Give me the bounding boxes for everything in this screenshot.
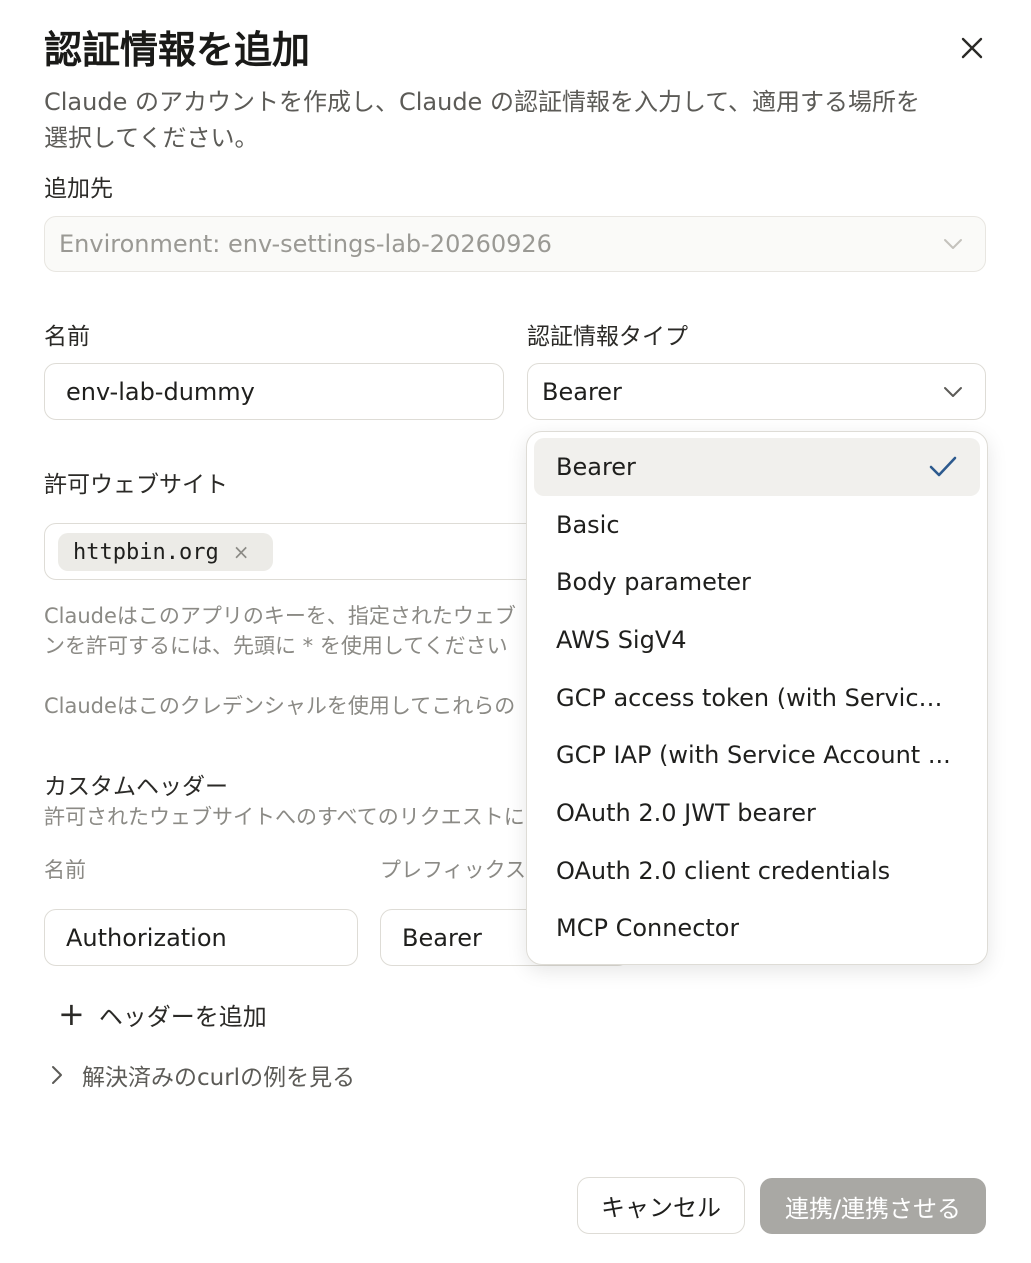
add-header-button[interactable]: + ヘッダーを追加: [58, 994, 267, 1034]
submit-button[interactable]: 連携/連携させる: [760, 1178, 986, 1234]
custom-headers-label: カスタムヘッダー: [44, 774, 228, 800]
close-button[interactable]: [952, 28, 992, 68]
destination-value: Environment: env-settings-lab-20260926: [59, 230, 552, 258]
chevron-down-icon: [944, 239, 962, 249]
allowed-sites-help-1: Claudeはこのアプリのキーを、指定されたウェブ: [44, 604, 516, 628]
option-label: AWS SigV4: [556, 625, 687, 654]
option-label: Body parameter: [556, 568, 751, 597]
header-prefix-value: Bearer: [402, 923, 482, 952]
credential-type-option[interactable]: GCP IAP (with Service Account ...: [534, 726, 980, 784]
option-label: OAuth 2.0 JWT bearer: [556, 798, 816, 827]
site-chip: httpbin.org ×: [58, 533, 273, 571]
add-header-label: ヘッダーを追加: [98, 1002, 267, 1031]
credential-type-option[interactable]: Bearer: [534, 438, 980, 496]
credential-type-dropdown: Bearer Basic Body parameter AWS SigV4 GC…: [526, 431, 988, 965]
allowed-sites-help-3: Claudeはこのクレデンシャルを使用してこれらの: [44, 694, 516, 718]
option-label: OAuth 2.0 client credentials: [556, 856, 891, 885]
allowed-sites-label: 許可ウェブサイト: [44, 472, 228, 498]
credential-type-option[interactable]: AWS SigV4: [534, 611, 980, 669]
credential-type-value: Bearer: [542, 377, 622, 406]
custom-headers-description: 許可されたウェブサイトへのすべてのリクエストに: [44, 805, 524, 829]
header-prefix-column-label: プレフィックス: [380, 858, 525, 882]
option-label: MCP Connector: [556, 914, 740, 943]
dialog-title: 認証情報を追加: [44, 28, 311, 72]
option-label: Bearer: [556, 452, 636, 481]
destination-select[interactable]: Environment: env-settings-lab-20260926: [44, 216, 986, 272]
name-label: 名前: [44, 324, 90, 350]
credential-type-option[interactable]: OAuth 2.0 client credentials: [534, 842, 980, 900]
option-label: Basic: [556, 510, 620, 539]
plus-icon: +: [58, 995, 85, 1033]
site-chip-label: httpbin.org: [73, 539, 219, 565]
name-value: env-lab-dummy: [66, 377, 255, 406]
dialog-description: Claude のアカウントを作成し、Claude の認証情報を入力して、適用する…: [44, 88, 921, 152]
credential-type-option[interactable]: MCP Connector: [534, 900, 980, 958]
add-credential-dialog: 認証情報を追加 Claude のアカウントを作成し、Claude の認証情報を入…: [0, 0, 1031, 1263]
option-label: GCP IAP (with Service Account ...: [556, 741, 951, 770]
curl-example-toggle[interactable]: 解決済みのcurlの例を見る: [44, 1058, 355, 1092]
credential-type-label: 認証情報タイプ: [527, 324, 688, 350]
credential-type-option[interactable]: Body parameter: [534, 553, 980, 611]
credential-type-select[interactable]: Bearer: [527, 363, 986, 420]
close-icon: [961, 37, 983, 59]
option-label: GCP access token (with Service...: [556, 683, 952, 712]
chevron-right-icon: [52, 1066, 62, 1084]
allowed-sites-help-2: ンを許可するには、先頭に * を使用してください: [44, 634, 508, 658]
check-icon: [929, 456, 957, 477]
header-name-column-label: 名前: [44, 858, 86, 882]
credential-type-option[interactable]: OAuth 2.0 JWT bearer: [534, 784, 980, 842]
chevron-down-icon: [944, 386, 962, 397]
header-name-input[interactable]: Authorization: [44, 909, 358, 966]
credential-type-option[interactable]: GCP access token (with Service...: [534, 669, 980, 727]
name-input[interactable]: env-lab-dummy: [44, 363, 504, 420]
header-name-value: Authorization: [66, 923, 227, 952]
cancel-button[interactable]: キャンセル: [577, 1177, 745, 1234]
destination-label: 追加先: [44, 176, 113, 202]
credential-type-option[interactable]: Basic: [534, 496, 980, 554]
curl-example-label: 解決済みのcurlの例を見る: [82, 1065, 356, 1091]
remove-chip-icon[interactable]: ×: [233, 540, 250, 564]
